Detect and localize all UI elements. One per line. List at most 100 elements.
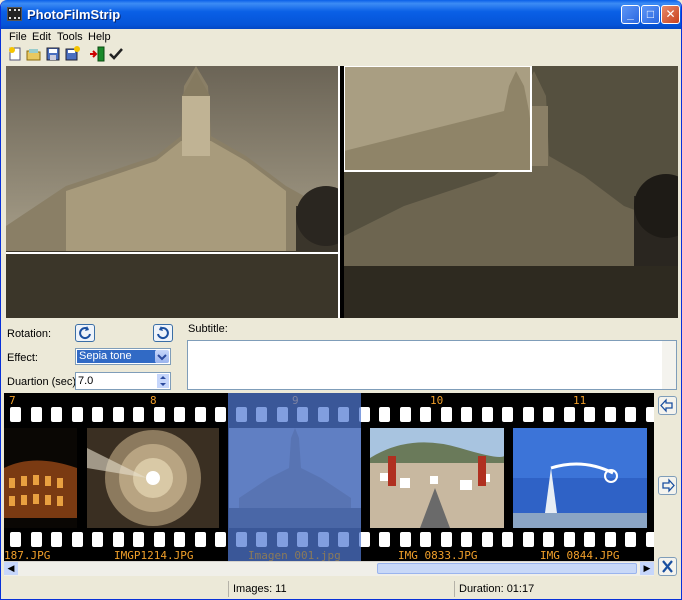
sprocket-hole	[51, 532, 62, 547]
status-empty	[3, 581, 228, 597]
status-duration: Duration: 01:17	[454, 581, 681, 597]
source-image-preview[interactable]	[6, 66, 340, 318]
sprocket-hole	[400, 532, 411, 547]
rotation-label: Rotation:	[7, 328, 52, 340]
sprocket-hole	[379, 532, 390, 547]
sprocket-hole	[482, 532, 493, 547]
sprocket-hole	[605, 407, 616, 422]
subtitle-label: Subtitle:	[188, 323, 228, 335]
sprocket-hole	[646, 532, 654, 547]
frame-name: 187.JPG	[4, 549, 51, 561]
remove-picture-button[interactable]	[658, 557, 677, 576]
sprocket-hole	[195, 532, 206, 547]
status-images: Images: 11	[228, 581, 454, 597]
rotate-right-icon	[157, 326, 169, 340]
rotate-right-button[interactable]	[153, 324, 173, 342]
preview-area	[6, 66, 678, 318]
scroll-thumb[interactable]	[377, 563, 637, 574]
maximize-icon: □	[646, 7, 655, 21]
sprocket-hole	[195, 407, 206, 422]
selected-frame-highlight	[228, 393, 361, 561]
menu-file[interactable]: File	[9, 31, 27, 43]
sprocket-hole	[400, 407, 411, 422]
sprocket-hole	[564, 532, 575, 547]
subtitle-scrollbar[interactable]	[662, 341, 676, 389]
chevron-down-icon[interactable]	[155, 350, 169, 363]
sprocket-hole	[482, 407, 493, 422]
sprocket-hole	[543, 532, 554, 547]
duration-stepper[interactable]: 7.0	[75, 372, 171, 390]
scroll-left-icon[interactable]: ◀	[4, 562, 18, 575]
frame-thumbnail[interactable]	[513, 428, 647, 528]
sprocket-hole	[584, 407, 595, 422]
scroll-right-icon[interactable]: ▶	[640, 562, 654, 575]
sprocket-hole	[461, 407, 472, 422]
sprocket-hole	[174, 407, 185, 422]
save-as-icon[interactable]	[64, 46, 80, 62]
sprocket-hole	[154, 532, 165, 547]
subtitle-input[interactable]	[187, 340, 677, 390]
sprocket-hole	[92, 407, 103, 422]
effect-image-preview[interactable]	[344, 66, 678, 318]
title-bar[interactable]: PhotoFilmStrip _ □ ✕	[1, 0, 681, 29]
new-project-icon[interactable]	[7, 46, 23, 62]
sprocket-hole	[564, 407, 575, 422]
duration-value[interactable]: 7.0	[78, 375, 93, 387]
toolbar	[1, 45, 681, 63]
menu-help[interactable]: Help	[88, 31, 111, 43]
sprocket-hole	[92, 532, 103, 547]
menu-tools[interactable]: Tools	[57, 31, 83, 43]
sprocket-hole	[523, 532, 534, 547]
sprocket-hole	[215, 407, 226, 422]
sprocket-hole	[133, 407, 144, 422]
frame-thumbnail[interactable]	[370, 428, 504, 528]
sprocket-hole	[625, 532, 636, 547]
duration-label: Duartion (sec):	[7, 376, 80, 388]
filmstrip-scrollbar[interactable]: ◀ ▶	[4, 561, 654, 576]
move-right-button[interactable]	[658, 476, 677, 495]
close-icon: ✕	[665, 7, 676, 21]
filmstrip-app-icon	[7, 7, 22, 21]
sprocket-hole	[215, 532, 226, 547]
arrow-left-icon	[660, 398, 673, 413]
sprocket-hole	[174, 532, 185, 547]
rotate-left-button[interactable]	[75, 324, 95, 342]
import-pictures-icon[interactable]	[89, 46, 105, 62]
sprocket-hole	[420, 532, 431, 547]
minimize-icon: _	[627, 7, 634, 21]
sprocket-hole	[133, 532, 144, 547]
frame-number: 11	[573, 394, 587, 407]
window-title: PhotoFilmStrip	[27, 7, 121, 22]
frame-thumbnail[interactable]	[87, 428, 219, 528]
frame-name: IMG_0833.JPG	[398, 549, 478, 561]
arrow-right-icon	[662, 478, 675, 493]
frame-name: IMGP1214.JPG	[114, 549, 194, 561]
menu-bar: File Edit Tools Help	[1, 29, 681, 45]
menu-edit[interactable]: Edit	[32, 31, 51, 43]
frame-thumbnail[interactable]	[4, 428, 77, 528]
filmstrip[interactable]: 7 8 9 10 11	[4, 393, 654, 561]
sprocket-hole	[584, 532, 595, 547]
spin-buttons[interactable]	[157, 374, 169, 388]
move-left-button[interactable]	[658, 396, 677, 415]
effect-label: Effect:	[7, 352, 38, 364]
effect-select[interactable]: Sepia tone	[75, 348, 171, 365]
sprocket-hole	[502, 407, 513, 422]
sprocket-hole	[31, 407, 42, 422]
sprocket-hole	[502, 532, 513, 547]
sprocket-hole	[379, 407, 390, 422]
sprocket-hole	[51, 407, 62, 422]
maximize-button[interactable]: □	[641, 5, 660, 24]
close-button[interactable]: ✕	[661, 5, 680, 24]
frame-name: Imagen 001.jpg	[248, 549, 341, 561]
render-check-icon[interactable]	[108, 46, 124, 62]
open-project-icon[interactable]	[26, 46, 42, 62]
sprocket-hole	[113, 532, 124, 547]
minimize-button[interactable]: _	[621, 5, 640, 24]
sprocket-hole	[113, 407, 124, 422]
app-window: PhotoFilmStrip _ □ ✕ File Edit Tools Hel…	[0, 0, 682, 600]
sprocket-hole	[605, 532, 616, 547]
sprocket-hole	[31, 532, 42, 547]
frame-number: 7	[9, 394, 16, 407]
save-project-icon[interactable]	[45, 46, 61, 62]
